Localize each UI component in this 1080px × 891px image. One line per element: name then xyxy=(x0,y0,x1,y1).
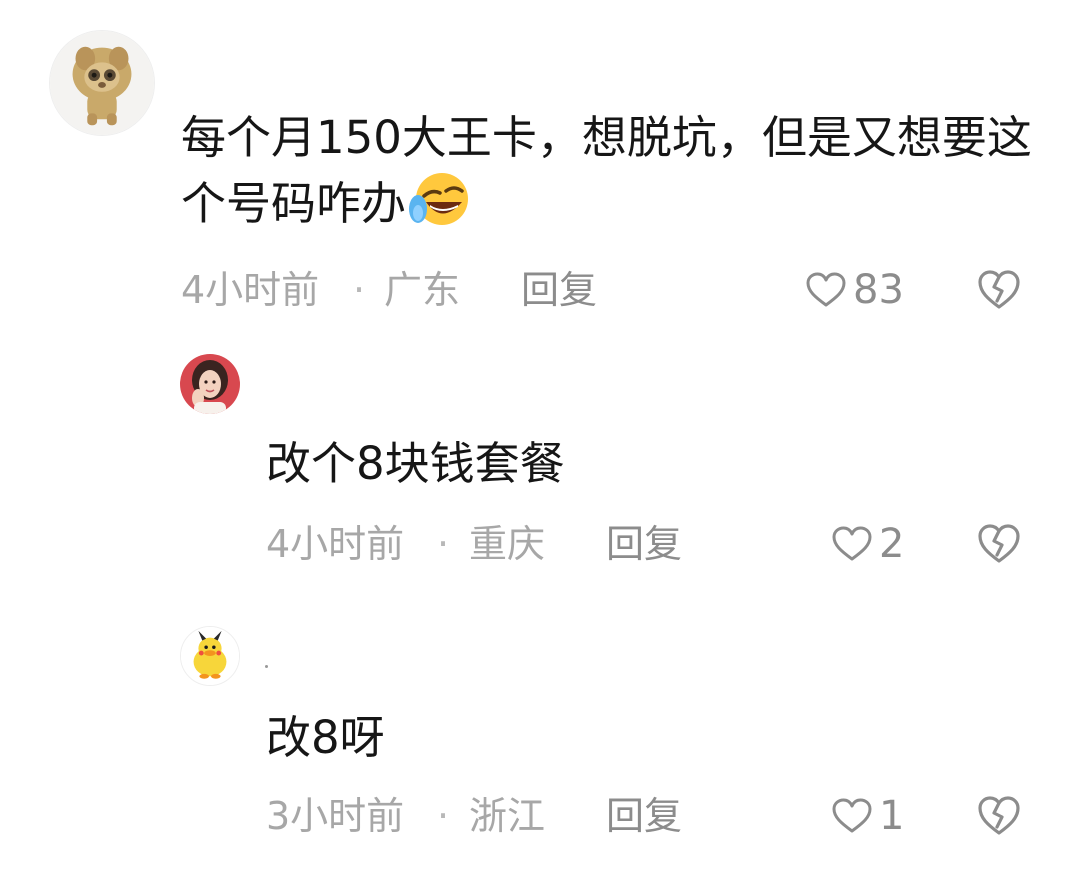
comment-location: 广东 xyxy=(384,268,461,312)
comment-text: 改8呀 xyxy=(266,706,1026,769)
reply-button[interactable]: 回复 xyxy=(606,792,682,840)
comment-meta: 3小时前 · 浙江 回复 1 xyxy=(0,792,1080,840)
comment-text-content: 每个月150大王卡，想脱坑，但是又想要这个号码咋办 xyxy=(181,111,1032,230)
heart-icon xyxy=(832,798,872,833)
dislike-button[interactable] xyxy=(977,268,1021,312)
comment-item: 每个月150大王卡，想脱坑，但是又想要这个号码咋办 4小时前 · 广东 回复 8… xyxy=(0,0,1080,330)
comment-meta: 4小时前 · 重庆 回复 2 xyxy=(0,520,1080,568)
like-count: 2 xyxy=(879,521,905,567)
meta-separator: · xyxy=(353,268,366,312)
woman-portrait-avatar xyxy=(180,354,240,414)
comment-meta: 4小时前 · 广东 回复 83 xyxy=(0,266,1080,314)
comment-time: 4小时前 xyxy=(181,268,320,312)
like-count: 1 xyxy=(879,793,905,839)
meta-separator: · xyxy=(437,794,450,838)
broken-heart-icon xyxy=(978,270,1020,309)
comment-text: 改个8块钱套餐 xyxy=(266,432,1026,495)
comment-time: 3小时前 xyxy=(266,794,405,838)
lion-toy-avatar xyxy=(50,31,154,135)
reply-button[interactable]: 回复 xyxy=(521,266,597,314)
reply-comment-item: 改8呀 3小时前 · 浙江 回复 1 xyxy=(0,600,1080,891)
like-button[interactable]: 2 xyxy=(831,520,904,568)
comment-text-content: 改个8块钱套餐 xyxy=(266,437,565,490)
avatar[interactable] xyxy=(180,354,240,414)
heart-icon xyxy=(806,272,846,307)
dislike-button[interactable] xyxy=(977,522,1021,566)
heart-icon xyxy=(832,526,872,561)
broken-heart-icon xyxy=(978,796,1020,835)
reply-button[interactable]: 回复 xyxy=(606,520,682,568)
comment-time: 4小时前 xyxy=(266,522,405,566)
comment-text-content: 改8呀 xyxy=(266,711,385,764)
avatar[interactable] xyxy=(180,626,240,686)
meta-separator: · xyxy=(437,522,450,566)
yellow-duck-avatar xyxy=(181,627,239,685)
like-button[interactable]: 83 xyxy=(805,266,904,314)
comment-location: 浙江 xyxy=(469,794,546,838)
like-count: 83 xyxy=(853,267,904,313)
decorative-dot xyxy=(265,665,268,668)
avatar[interactable] xyxy=(49,30,155,136)
rofl-face-emoji xyxy=(406,169,472,229)
broken-heart-icon xyxy=(978,524,1020,563)
comment-text: 每个月150大王卡，想脱坑，但是又想要这个号码咋办 xyxy=(181,106,1051,235)
reply-comment-item: 改个8块钱套餐 4小时前 · 重庆 回复 2 xyxy=(0,330,1080,590)
like-button[interactable]: 1 xyxy=(831,792,904,840)
comment-location: 重庆 xyxy=(469,522,546,566)
dislike-button[interactable] xyxy=(977,794,1021,838)
